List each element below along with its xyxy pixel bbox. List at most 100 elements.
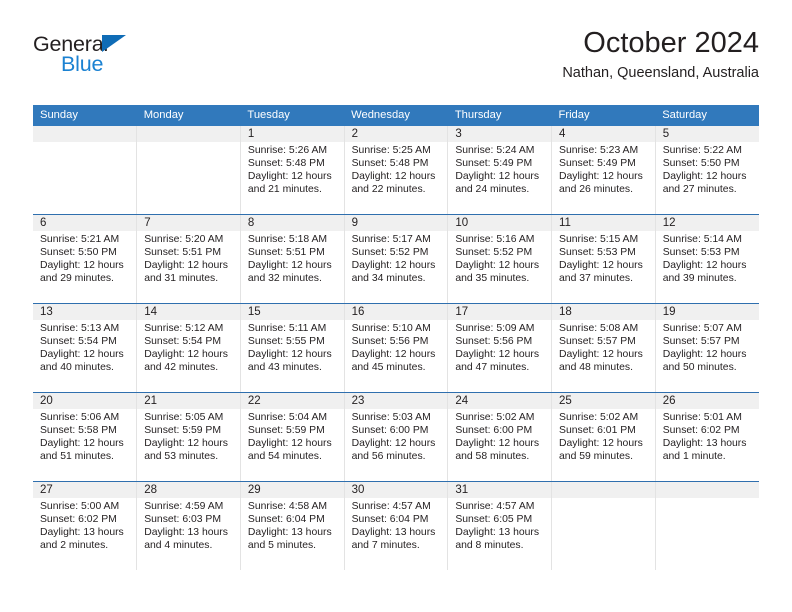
day-details: Sunrise: 5:12 AM Sunset: 5:54 PM Daylight:… xyxy=(137,320,240,374)
daylight-text-line1: Daylight: 12 hours xyxy=(662,259,747,271)
day-details: Sunrise: 5:17 AM Sunset: 5:52 PM Daylight:… xyxy=(345,231,448,285)
daylight-text-line1: Daylight: 12 hours xyxy=(351,259,436,271)
sunrise-text: Sunrise: 5:05 AM xyxy=(144,412,224,423)
calendar-day-cell[interactable]: 2 Sunrise: 5:25 AM Sunset: 5:48 PM Daylight… xyxy=(343,126,448,215)
daylight-text-line2: and 24 minutes. xyxy=(455,183,530,195)
sunset-text: Sunset: 5:52 PM xyxy=(351,246,429,258)
calendar-week-row: 1 Sunrise: 5:26 AM Sunset: 5:48 PM Daylight… xyxy=(33,126,759,215)
calendar-day-cell[interactable]: 17 Sunrise: 5:09 AM Sunset: 5:56 PM Dayligh… xyxy=(447,303,552,393)
calendar-day-cell[interactable]: 5 Sunrise: 5:22 AM Sunset: 5:50 PM Daylight… xyxy=(654,126,759,215)
daylight-text-line1: Daylight: 12 hours xyxy=(559,170,643,182)
sunset-text: Sunset: 6:05 PM xyxy=(455,513,533,525)
sunrise-text: Sunrise: 5:06 AM xyxy=(40,412,120,423)
day-number: 26 xyxy=(655,393,759,409)
day-details: Sunrise: 5:07 AM Sunset: 5:57 PM Daylight:… xyxy=(656,320,759,374)
page-title: October 2024 xyxy=(583,27,759,59)
day-details: Sunrise: 5:23 AM Sunset: 5:49 PM Daylight:… xyxy=(552,142,655,196)
sunset-text: Sunset: 5:49 PM xyxy=(455,157,533,169)
day-details: Sunrise: 5:18 AM Sunset: 5:51 PM Daylight:… xyxy=(241,231,344,285)
day-cell-content: 17 Sunrise: 5:09 AM Sunset: 5:56 PM Dayligh… xyxy=(448,304,552,392)
page-header: General Blue October 2024 Nathan, Queens… xyxy=(33,27,759,98)
day-details: Sunrise: 4:57 AM Sunset: 6:05 PM Daylight:… xyxy=(448,498,551,552)
daylight-text-line1: Daylight: 13 hours xyxy=(455,526,540,538)
sunrise-text: Sunrise: 5:21 AM xyxy=(40,234,120,245)
day-details: Sunrise: 5:04 AM Sunset: 5:59 PM Daylight:… xyxy=(241,409,344,463)
day-details: Sunrise: 5:10 AM Sunset: 5:56 PM Daylight:… xyxy=(345,320,448,374)
daylight-text-line1: Daylight: 12 hours xyxy=(455,259,540,271)
calendar-day-cell[interactable]: 18 Sunrise: 5:08 AM Sunset: 5:57 PM Dayligh… xyxy=(551,303,656,393)
day-number: 13 xyxy=(33,304,137,320)
day-number: 1 xyxy=(240,126,344,142)
daylight-text-line2: and 45 minutes. xyxy=(351,361,426,373)
calendar-day-cell[interactable]: 7 Sunrise: 5:20 AM Sunset: 5:51 PM Daylight… xyxy=(136,214,241,304)
calendar-day-cell[interactable]: 4 Sunrise: 5:23 AM Sunset: 5:49 PM Daylight… xyxy=(551,126,656,215)
day-cell-content: 19 Sunrise: 5:07 AM Sunset: 5:57 PM Dayligh… xyxy=(655,304,759,392)
calendar-day-cell[interactable]: 1 Sunrise: 5:26 AM Sunset: 5:48 PM Daylight… xyxy=(239,126,345,215)
daylight-text-line1: Daylight: 12 hours xyxy=(247,348,332,360)
sunset-text: Sunset: 5:54 PM xyxy=(40,335,117,347)
sunrise-text: Sunrise: 5:16 AM xyxy=(455,234,535,245)
daylight-text-line1: Daylight: 12 hours xyxy=(144,437,228,449)
calendar-day-cell[interactable]: 20 Sunrise: 5:06 AM Sunset: 5:58 PM Dayligh… xyxy=(33,392,137,482)
sunrise-text: Sunrise: 5:11 AM xyxy=(247,323,327,334)
sunset-text: Sunset: 5:56 PM xyxy=(455,335,533,347)
calendar-day-cell[interactable]: 30 Sunrise: 4:57 AM Sunset: 6:04 PM Dayligh… xyxy=(343,481,448,570)
day-details: Sunrise: 4:59 AM Sunset: 6:03 PM Daylight:… xyxy=(137,498,240,552)
calendar-day-cell[interactable]: 27 Sunrise: 5:00 AM Sunset: 6:02 PM Dayligh… xyxy=(33,482,137,571)
sunrise-sunset-calendar: Sunday Monday Tuesday Wednesday Thursday… xyxy=(33,105,759,570)
daylight-text-line2: and 53 minutes. xyxy=(144,450,219,462)
calendar-day-cell[interactable]: 15 Sunrise: 5:11 AM Sunset: 5:55 PM Dayligh… xyxy=(239,303,345,393)
day-number: 10 xyxy=(448,215,552,231)
calendar-day-cell[interactable]: 14 Sunrise: 5:12 AM Sunset: 5:54 PM Dayligh… xyxy=(136,303,241,393)
calendar-day-cell[interactable]: 12 Sunrise: 5:14 AM Sunset: 5:53 PM Dayligh… xyxy=(654,214,759,304)
calendar-day-cell[interactable]: 13 Sunrise: 5:13 AM Sunset: 5:54 PM Dayligh… xyxy=(33,303,137,393)
calendar-day-cell[interactable]: 21 Sunrise: 5:05 AM Sunset: 5:59 PM Dayligh… xyxy=(136,392,241,482)
day-number: 12 xyxy=(655,215,759,231)
sunset-text: Sunset: 6:04 PM xyxy=(247,513,325,525)
calendar-day-cell[interactable]: 23 Sunrise: 5:03 AM Sunset: 6:00 PM Dayligh… xyxy=(343,392,448,482)
day-cell-content: 13 Sunrise: 5:13 AM Sunset: 5:54 PM Dayligh… xyxy=(33,304,137,392)
day-cell-content: 29 Sunrise: 4:58 AM Sunset: 6:04 PM Dayligh… xyxy=(240,482,344,570)
daylight-text-line1: Daylight: 12 hours xyxy=(455,348,540,360)
calendar-day-cell[interactable]: 9 Sunrise: 5:17 AM Sunset: 5:52 PM Daylight… xyxy=(343,214,448,304)
day-cell-content: 4 Sunrise: 5:23 AM Sunset: 5:49 PM Daylight… xyxy=(552,126,655,214)
daylight-text-line1: Daylight: 13 hours xyxy=(247,526,332,538)
calendar-day-cell[interactable]: 10 Sunrise: 5:16 AM Sunset: 5:52 PM Dayligh… xyxy=(447,214,552,304)
calendar-week-row: 13 Sunrise: 5:13 AM Sunset: 5:54 PM Dayligh… xyxy=(33,303,759,393)
day-number: 23 xyxy=(344,393,448,409)
weekday-header-saturday: Saturday xyxy=(655,105,759,126)
sunset-text: Sunset: 5:49 PM xyxy=(559,157,636,169)
day-number: 20 xyxy=(33,393,137,409)
calendar-day-cell[interactable]: 24 Sunrise: 5:02 AM Sunset: 6:00 PM Dayligh… xyxy=(447,392,552,482)
sunset-text: Sunset: 6:04 PM xyxy=(351,513,429,525)
sunset-text: Sunset: 5:53 PM xyxy=(662,246,740,258)
sunset-text: Sunset: 6:00 PM xyxy=(455,424,533,436)
calendar-day-cell[interactable]: 31 Sunrise: 4:57 AM Sunset: 6:05 PM Dayligh… xyxy=(447,481,552,570)
calendar-day-cell[interactable]: 16 Sunrise: 5:10 AM Sunset: 5:56 PM Dayligh… xyxy=(343,303,448,393)
calendar-day-cell[interactable]: 28 Sunrise: 4:59 AM Sunset: 6:03 PM Dayligh… xyxy=(136,481,241,570)
calendar-day-cell[interactable]: 6 Sunrise: 5:21 AM Sunset: 5:50 PM Daylight… xyxy=(33,214,137,304)
daylight-text-line2: and 27 minutes. xyxy=(662,183,737,195)
daylight-text-line1: Daylight: 12 hours xyxy=(144,348,228,360)
calendar-day-cell[interactable]: 3 Sunrise: 5:24 AM Sunset: 5:49 PM Daylight… xyxy=(447,126,552,215)
day-details: Sunrise: 5:02 AM Sunset: 6:00 PM Daylight:… xyxy=(448,409,551,463)
sunset-text: Sunset: 5:48 PM xyxy=(351,157,429,169)
daylight-text-line2: and 37 minutes. xyxy=(559,272,633,284)
sunrise-text: Sunrise: 5:26 AM xyxy=(247,145,328,156)
calendar-day-cell[interactable]: 22 Sunrise: 5:04 AM Sunset: 5:59 PM Dayligh… xyxy=(239,392,345,482)
title-block: October 2024 Nathan, Queensland, Austral… xyxy=(562,27,759,82)
daylight-text-line2: and 51 minutes. xyxy=(40,450,114,462)
calendar-day-cell[interactable]: 8 Sunrise: 5:18 AM Sunset: 5:51 PM Daylight… xyxy=(239,214,345,304)
day-cell-content: 11 Sunrise: 5:15 AM Sunset: 5:53 PM Dayligh… xyxy=(552,215,655,303)
day-details: Sunrise: 5:05 AM Sunset: 5:59 PM Daylight:… xyxy=(137,409,240,463)
calendar-day-cell-empty xyxy=(33,126,137,215)
calendar-day-cell[interactable]: 19 Sunrise: 5:07 AM Sunset: 5:57 PM Dayligh… xyxy=(654,303,759,393)
calendar-day-cell[interactable]: 26 Sunrise: 5:01 AM Sunset: 6:02 PM Dayligh… xyxy=(654,392,759,482)
day-cell-content: 30 Sunrise: 4:57 AM Sunset: 6:04 PM Dayligh… xyxy=(344,482,448,570)
calendar-day-cell[interactable]: 25 Sunrise: 5:02 AM Sunset: 6:01 PM Dayligh… xyxy=(551,392,656,482)
day-cell-content: 5 Sunrise: 5:22 AM Sunset: 5:50 PM Daylight… xyxy=(655,126,759,214)
calendar-week-row: 27 Sunrise: 5:00 AM Sunset: 6:02 PM Dayligh… xyxy=(33,481,759,571)
calendar-day-cell[interactable]: 29 Sunrise: 4:58 AM Sunset: 6:04 PM Dayligh… xyxy=(239,481,345,570)
general-blue-logo[interactable]: General Blue xyxy=(33,33,213,86)
calendar-day-cell[interactable]: 11 Sunrise: 5:15 AM Sunset: 5:53 PM Dayligh… xyxy=(551,214,656,304)
